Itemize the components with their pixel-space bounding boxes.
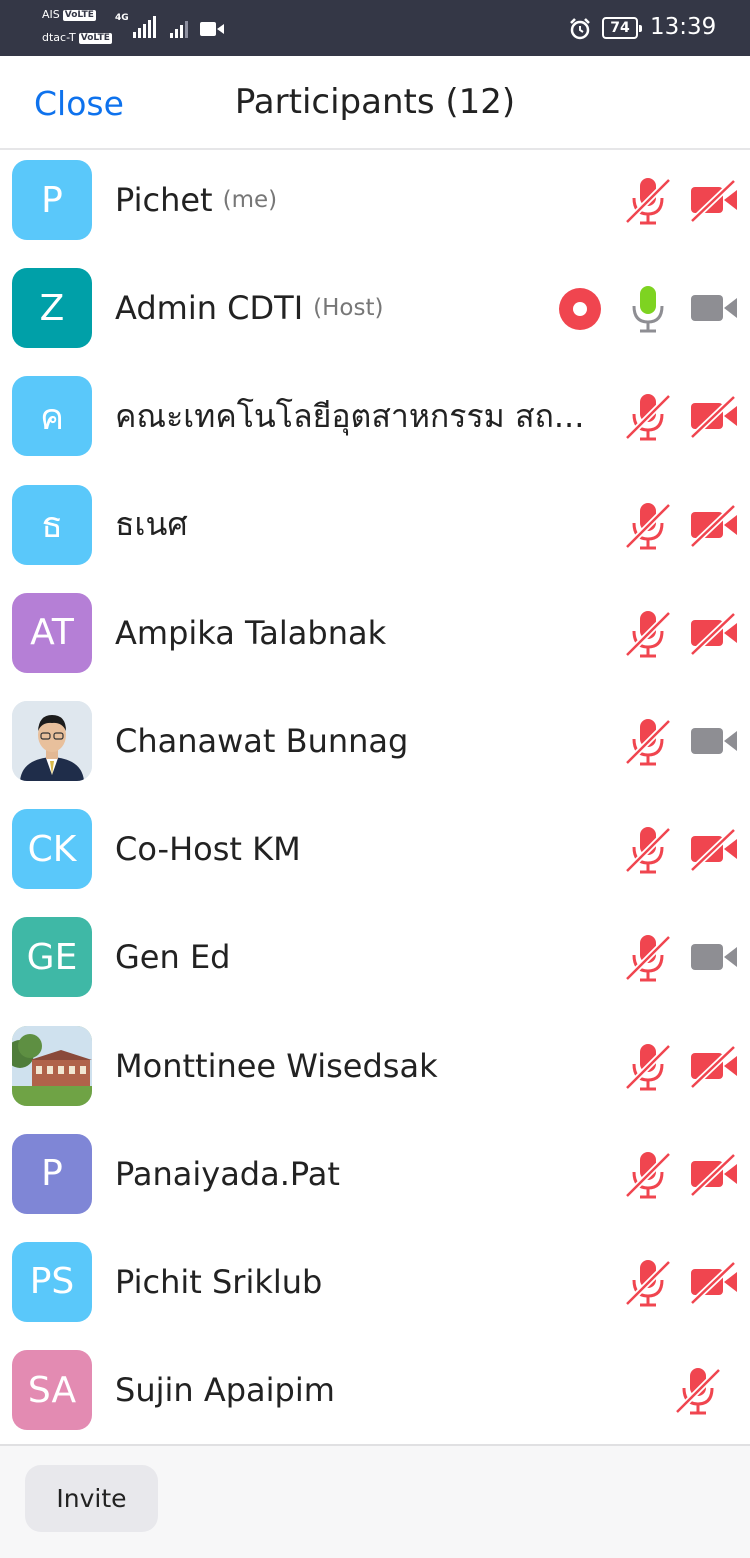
carrier-2-label: dtac-T (42, 31, 76, 44)
signal-icon: 4G (115, 14, 156, 38)
participant-name-wrap: Ampika Talabnak (115, 583, 386, 683)
participant-name: Gen Ed (115, 938, 231, 977)
participant-name-wrap: Panaiyada.Pat (115, 1124, 340, 1224)
video-icon[interactable] (690, 287, 738, 335)
carrier-1-label: AIS (42, 8, 60, 21)
network-type: 4G (115, 13, 129, 23)
participant-name: Co-Host KM (115, 830, 301, 869)
participant-row[interactable]: AT Ampika Talabnak (0, 583, 750, 691)
recording-icon (558, 287, 602, 335)
participant-row[interactable]: CK Co-Host KM (0, 799, 750, 907)
participant-name-wrap: Co-Host KM (115, 799, 301, 899)
participant-row[interactable]: Monttinee Wisedsak (0, 1016, 750, 1124)
participant-name-wrap: Pichit Sriklub (115, 1232, 322, 1332)
avatar: SA (12, 1350, 92, 1431)
volte-badge: VoLTE (78, 32, 112, 44)
avatar: PS (12, 1241, 92, 1322)
participant-name-wrap: Gen Ed (115, 907, 230, 1007)
participant-row[interactable]: Chanawat Bunnag (0, 691, 750, 799)
avatar: P (12, 1133, 92, 1214)
clock: 13:39 (650, 14, 717, 40)
participant-name-wrap: Pichet (me) (115, 150, 277, 250)
video-off-icon[interactable] (689, 395, 738, 443)
participant-row[interactable]: P Pichet (me) (0, 150, 750, 258)
video-off-icon[interactable] (689, 827, 738, 876)
video-off-icon[interactable] (689, 503, 738, 552)
participant-name: คณะเทคโนโลยีอุตสาหกรรม สถ... (115, 396, 585, 435)
mic-muted-icon[interactable] (624, 501, 672, 555)
video-status-icon (200, 22, 224, 36)
avatar: P (12, 160, 92, 240)
video-off-icon[interactable] (689, 178, 738, 227)
video-off-icon[interactable] (689, 611, 738, 660)
participant-name: Chanawat Bunnag (115, 721, 409, 760)
mic-muted-icon[interactable] (624, 1150, 672, 1204)
battery-icon: 74 (602, 17, 642, 39)
participant-row[interactable]: SA Sujin Apaipim (0, 1340, 750, 1448)
participant-name-wrap: Sujin Apaipim (115, 1340, 335, 1440)
participant-role: (me) (222, 187, 278, 213)
participant-row[interactable]: GE Gen Ed (0, 907, 750, 1015)
avatar (12, 1025, 92, 1106)
avatar: Z (12, 268, 92, 349)
participant-name: Monttinee Wisedsak (115, 1046, 438, 1085)
status-bar: AIS VoLTE dtac-T VoLTE 4G 74 13:39 (0, 0, 750, 56)
video-off-icon[interactable] (689, 1152, 738, 1201)
participant-name: Admin CDTI (115, 289, 304, 328)
carrier-2: dtac-T VoLTE (42, 32, 112, 44)
mic-muted-icon[interactable] (674, 1366, 722, 1420)
mic-muted-icon[interactable] (624, 609, 672, 663)
page-title: Participants (12) (234, 82, 516, 122)
participant-name-wrap: ธเนศ (115, 475, 188, 575)
participant-name: Pichet (115, 181, 213, 219)
participant-name: Ampika Talabnak (115, 613, 387, 652)
mic-muted-icon[interactable] (624, 392, 672, 446)
avatar: AT (12, 592, 92, 673)
participant-name-wrap: Chanawat Bunnag (115, 691, 408, 791)
video-off-icon[interactable] (689, 1260, 738, 1309)
participant-row[interactable]: ธ ธเนศ (0, 475, 750, 583)
participant-row[interactable]: ค คณะเทคโนโลยีอุตสาหกรรม สถ... (0, 366, 750, 474)
avatar (12, 700, 92, 781)
mic-icon[interactable] (624, 284, 672, 338)
participant-name: Panaiyada.Pat (115, 1154, 340, 1193)
participant-row[interactable]: PS Pichit Sriklub (0, 1232, 750, 1340)
mic-muted-icon[interactable] (624, 825, 672, 879)
participant-list: P Pichet (me) Z Admin CDTI (Host) ค คณะเทคโนโ… (0, 150, 750, 1448)
carrier-1: AIS VoLTE (42, 9, 96, 21)
mic-muted-icon[interactable] (624, 717, 672, 771)
participant-name-wrap: คณะเทคโนโลยีอุตสาหกรรม สถ... (115, 366, 584, 466)
participant-role: (Host) (313, 295, 384, 322)
participant-name: Sujin Apaipim (115, 1371, 335, 1410)
footer: Invite (0, 1444, 750, 1558)
mic-muted-icon[interactable] (624, 1258, 672, 1312)
video-icon[interactable] (690, 720, 738, 768)
video-off-icon[interactable] (689, 1044, 738, 1093)
participant-name: ธเนศ (115, 505, 188, 544)
participant-row[interactable]: Z Admin CDTI (Host) (0, 258, 750, 366)
alarm-icon (570, 18, 590, 40)
header: Close Participants (12) (0, 56, 750, 150)
participant-row[interactable]: P Panaiyada.Pat (0, 1124, 750, 1232)
participant-name-wrap: Monttinee Wisedsak (115, 1016, 438, 1116)
avatar: ค (12, 376, 92, 457)
avatar: ธ (12, 484, 92, 565)
participant-name-wrap: Admin CDTI (Host) (115, 258, 383, 358)
mic-muted-icon[interactable] (624, 933, 672, 987)
avatar: GE (12, 917, 92, 998)
video-icon[interactable] (690, 936, 738, 984)
participant-name: Pichit Sriklub (115, 1262, 323, 1301)
avatar: CK (12, 809, 92, 890)
invite-button[interactable]: Invite (25, 1465, 158, 1532)
mic-muted-icon[interactable] (624, 176, 672, 230)
signal-icon-2 (170, 20, 188, 38)
volte-badge: VoLTE (62, 9, 96, 21)
mic-muted-icon[interactable] (624, 1042, 672, 1096)
